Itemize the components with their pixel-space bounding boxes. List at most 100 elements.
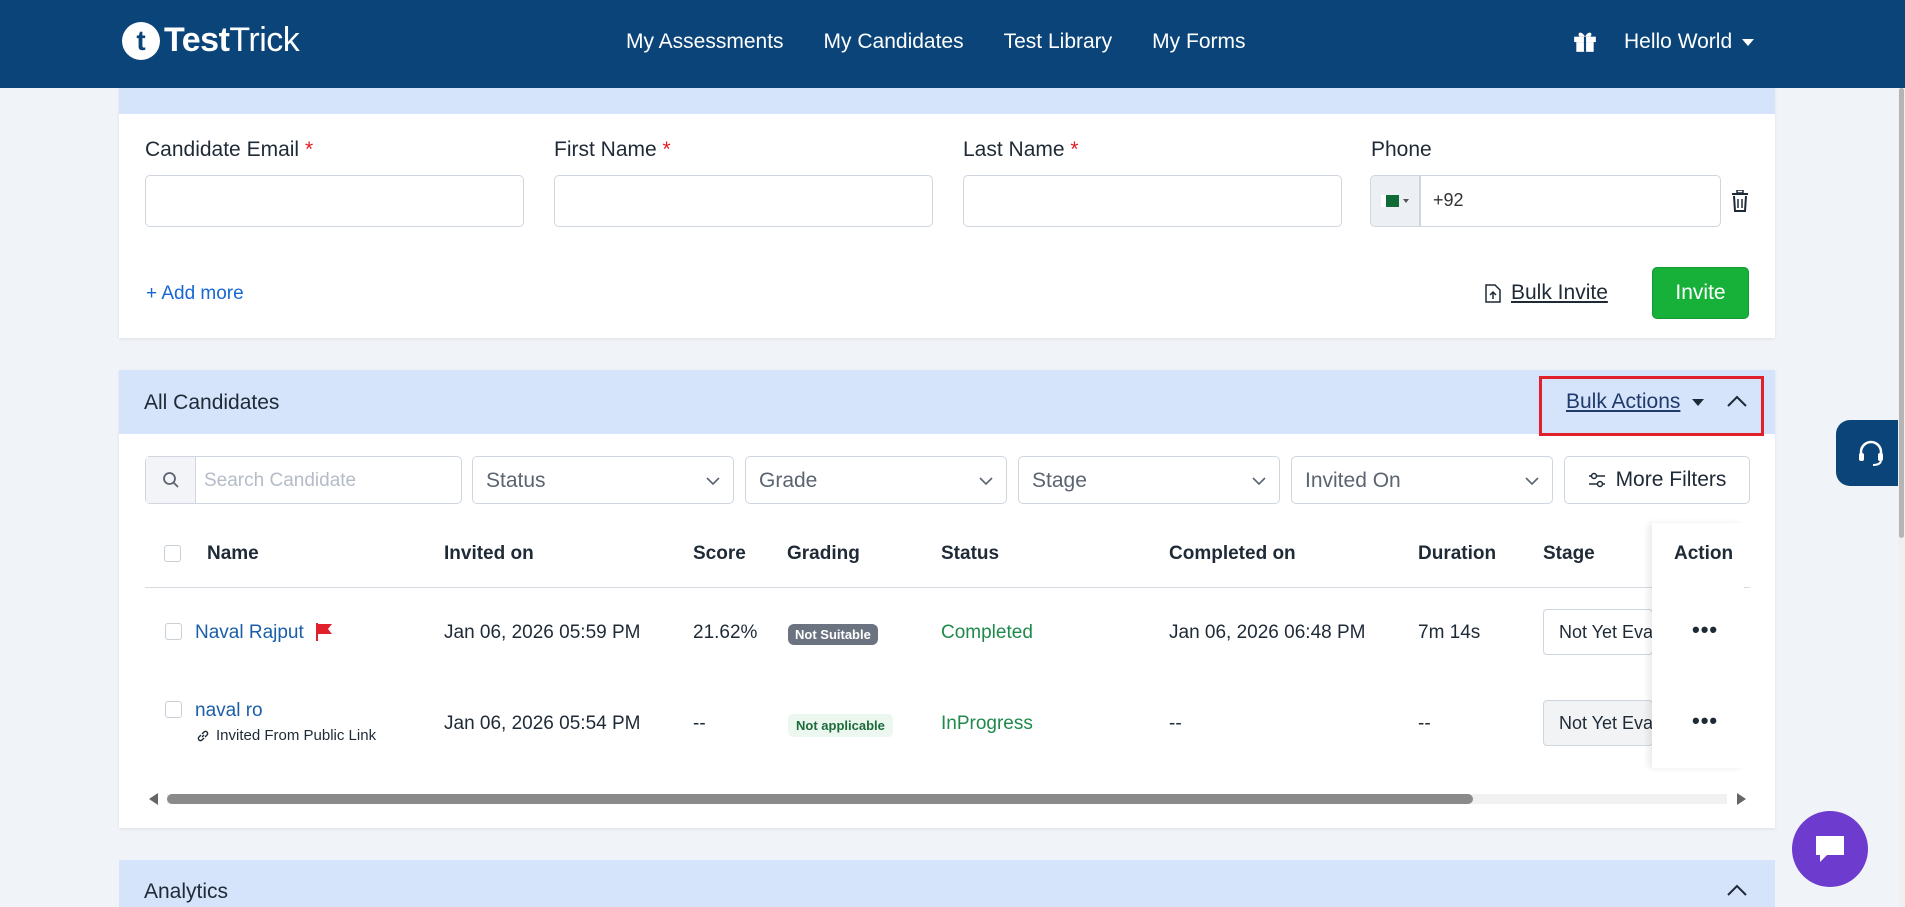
stage-select[interactable]: Not Yet Evaluated	[1543, 609, 1653, 655]
sliders-icon	[1588, 472, 1605, 488]
chevron-up-icon[interactable]	[1726, 880, 1748, 902]
nav-my-assessments[interactable]: My Assessments	[626, 30, 784, 54]
grading-badge: Not Suitable	[788, 624, 878, 645]
logo-mark: t	[122, 21, 160, 60]
last-name-field[interactable]	[963, 175, 1342, 227]
completed-on-cell: Jan 06, 2026 06:48 PM	[1169, 622, 1366, 643]
page-vertical-scrollbar[interactable]	[1898, 88, 1905, 907]
chevron-up-icon[interactable]	[1726, 391, 1748, 413]
stage-filter[interactable]: Stage	[1018, 456, 1280, 504]
first-name-field[interactable]	[554, 175, 933, 227]
all-candidates-title: All Candidates	[144, 391, 280, 414]
col-grading[interactable]: Grading	[787, 543, 860, 565]
chevron-down-icon	[1525, 477, 1539, 486]
stage-select[interactable]: Not Yet Evaluated	[1543, 700, 1653, 746]
col-name[interactable]: Name	[207, 543, 259, 565]
link-icon	[197, 730, 209, 741]
flag-icon	[316, 623, 332, 641]
page-scroll-thumb[interactable]	[1899, 88, 1904, 538]
nav-my-candidates[interactable]: My Candidates	[824, 30, 964, 54]
gift-icon[interactable]	[1572, 28, 1598, 54]
more-filters-button[interactable]: More Filters	[1564, 456, 1750, 504]
table-horizontal-scrollbar[interactable]	[145, 790, 1750, 808]
chevron-down-icon	[706, 477, 720, 486]
search-icon	[162, 472, 179, 488]
select-all-checkbox[interactable]	[164, 545, 181, 562]
top-nav: t TestTrick My Assessments My Candidates…	[0, 0, 1905, 88]
scroll-right-arrow-icon[interactable]	[1737, 793, 1746, 805]
first-name-label: First Name *	[554, 138, 671, 161]
bulk-actions-label: Bulk Actions	[1566, 390, 1681, 413]
col-duration[interactable]: Duration	[1418, 543, 1496, 565]
col-score[interactable]: Score	[693, 543, 746, 565]
table-header-divider	[145, 587, 1750, 588]
email-field[interactable]	[145, 175, 524, 227]
logo[interactable]: t TestTrick	[122, 21, 300, 60]
user-menu[interactable]: Hello World	[1624, 30, 1755, 54]
analytics-title: Analytics	[144, 880, 229, 903]
logo-text: TestTrick	[164, 21, 300, 59]
nav-my-forms[interactable]: My Forms	[1152, 30, 1245, 54]
nav-links: My Assessments My Candidates Test Librar…	[626, 30, 1246, 54]
row-actions-menu[interactable]: •••	[1692, 708, 1718, 734]
trash-icon[interactable]	[1730, 190, 1750, 212]
public-link-note: Invited From Public Link	[196, 727, 376, 744]
last-name-label: Last Name *	[963, 138, 1079, 161]
chat-icon	[1816, 836, 1844, 862]
public-link-text: Invited From Public Link	[216, 727, 377, 744]
scroll-thumb[interactable]	[167, 794, 1473, 804]
invite-section-header	[119, 88, 1775, 114]
score-cell: --	[693, 713, 706, 734]
email-label: Candidate Email *	[145, 138, 314, 161]
col-stage[interactable]: Stage	[1543, 543, 1595, 565]
search-candidate-box[interactable]: Search Candidate	[145, 456, 462, 504]
grade-filter[interactable]: Grade	[745, 456, 1007, 504]
pakistan-flag-icon	[1381, 195, 1399, 207]
chevron-down-icon	[1742, 38, 1755, 46]
file-upload-icon	[1485, 283, 1501, 303]
status-cell: InProgress	[941, 713, 1033, 734]
invited-on-cell: Jan 06, 2026 05:54 PM	[444, 713, 641, 734]
row-checkbox[interactable]	[165, 623, 182, 640]
country-code-select[interactable]	[1370, 175, 1420, 227]
bulk-invite-label: Bulk Invite	[1511, 281, 1608, 304]
chevron-down-icon	[1252, 477, 1266, 486]
analytics-section-header[interactable]: Analytics	[119, 860, 1775, 907]
user-name: Hello World	[1624, 30, 1733, 53]
invited-on-filter[interactable]: Invited On	[1291, 456, 1553, 504]
col-status[interactable]: Status	[941, 543, 999, 565]
all-candidates-header: All Candidates	[119, 370, 1775, 434]
chat-button[interactable]	[1792, 811, 1868, 887]
score-cell: 21.62%	[693, 622, 758, 643]
more-filters-label: More Filters	[1615, 468, 1727, 491]
add-more-link[interactable]: + Add more	[146, 283, 244, 305]
invite-button[interactable]: Invite	[1652, 267, 1749, 319]
search-icon-wrap	[146, 457, 196, 503]
row-checkbox[interactable]	[165, 701, 182, 718]
scroll-left-arrow-icon[interactable]	[149, 793, 158, 805]
duration-cell: --	[1418, 713, 1431, 734]
all-candidates-card: All Candidates	[119, 370, 1775, 828]
completed-on-cell: --	[1169, 713, 1182, 734]
support-button[interactable]	[1836, 420, 1905, 486]
search-input[interactable]: Search Candidate	[196, 457, 364, 503]
status-cell: Completed	[941, 622, 1033, 643]
chevron-down-icon	[1403, 199, 1409, 203]
candidate-name-link[interactable]: Naval Rajput	[195, 622, 304, 644]
caret-down-icon	[1692, 398, 1705, 406]
nav-test-library[interactable]: Test Library	[1004, 30, 1113, 54]
col-action: Action	[1674, 543, 1734, 564]
bulk-actions-dropdown[interactable]: Bulk Actions	[1566, 390, 1705, 414]
headset-icon	[1858, 440, 1883, 466]
status-filter[interactable]: Status	[472, 456, 734, 504]
bulk-invite-link[interactable]: Bulk Invite	[1485, 281, 1608, 305]
duration-cell: 7m 14s	[1418, 622, 1481, 643]
col-completed-on[interactable]: Completed on	[1169, 543, 1296, 565]
candidate-name-link[interactable]: naval ro	[195, 700, 263, 722]
col-invited-on[interactable]: Invited on	[444, 543, 534, 565]
row-actions-menu[interactable]: •••	[1692, 617, 1718, 643]
invited-on-cell: Jan 06, 2026 05:59 PM	[444, 622, 641, 643]
phone-field[interactable]: +92	[1420, 175, 1721, 227]
phone-label: Phone	[1371, 138, 1432, 161]
grading-badge: Not applicable	[788, 714, 893, 737]
